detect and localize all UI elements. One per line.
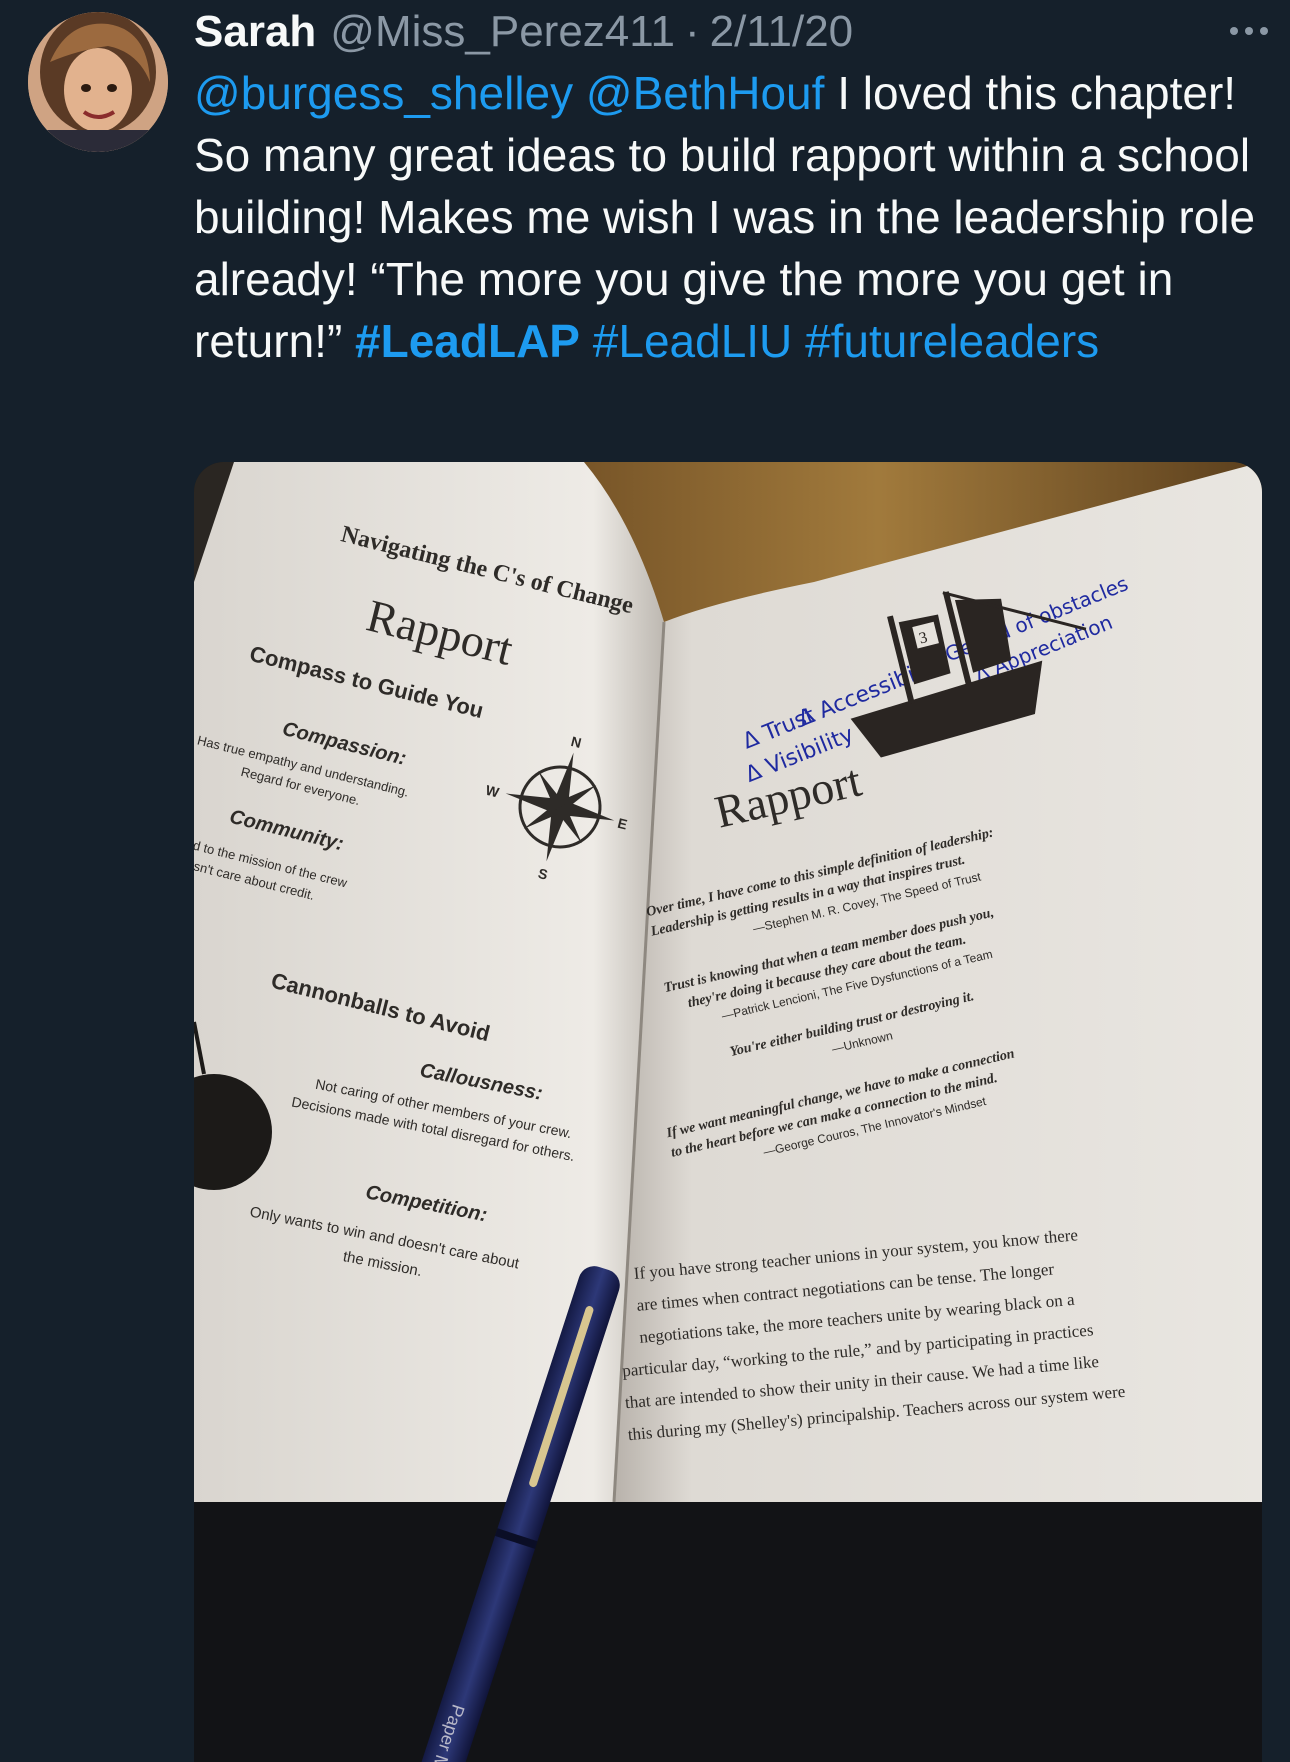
more-options-icon[interactable] <box>1222 14 1276 48</box>
separator-dot: · <box>684 7 700 56</box>
tweet-card[interactable]: Sarah @Miss_Perez411 · 2/11/20 @burgess_… <box>0 0 1290 1762</box>
tweet-date[interactable]: 2/11/20 <box>710 7 854 57</box>
avatar[interactable] <box>28 12 168 152</box>
tweet-header: Sarah @Miss_Perez411 · 2/11/20 <box>194 2 1270 62</box>
mention-link[interactable]: @burgess_shelley <box>194 67 573 119</box>
user-handle[interactable]: @Miss_Perez411 <box>330 7 675 57</box>
hashtag-link[interactable]: #LeadLIU <box>593 315 793 367</box>
hashtag-link[interactable]: #LeadLAP <box>355 315 580 367</box>
hashtag-link[interactable]: #futureleaders <box>805 315 1099 367</box>
display-name[interactable]: Sarah <box>194 7 316 57</box>
mention-link[interactable]: @BethHouf <box>586 67 825 119</box>
tweet-text: @burgess_shelley @BethHouf I loved this … <box>194 62 1264 372</box>
tweet-photo[interactable]: Navigating the C's of Change Rapport Com… <box>194 462 1262 1762</box>
